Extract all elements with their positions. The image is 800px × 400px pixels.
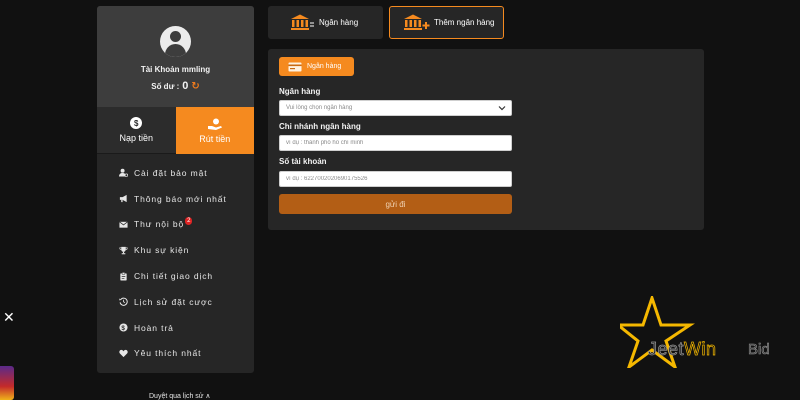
tab-add-bank-label: Thêm ngân hàng <box>434 18 495 27</box>
logo-part2: Win <box>684 339 717 360</box>
profile-card: Tài Khoản mmling Số dư : 0 ↻ <box>97 6 254 107</box>
balance-value: 0 <box>182 80 189 92</box>
account-field-wrapper <box>279 171 512 187</box>
bank-chip-label: Ngân hàng <box>307 63 342 70</box>
logo-part1: Jeet <box>648 339 685 360</box>
account-number-label: Số tài khoản <box>279 157 327 166</box>
menu-item-label: Thông báo mới nhất <box>134 193 227 204</box>
bank-select[interactable]: Vui lòng chọn ngân hàng <box>279 100 512 116</box>
menu-item-bet-history[interactable]: Lịch sử đặt cược <box>97 289 254 315</box>
account-sidebar: Tài Khoản mmling Số dư : 0 ↻ $ Nạp tiền … <box>97 6 254 373</box>
bank-card-icon <box>288 62 302 71</box>
heart-icon <box>119 349 128 358</box>
menu-item-label: Lịch sử đặt cược <box>134 296 213 307</box>
balance-label: Số dư : <box>151 81 180 91</box>
withdraw-button[interactable]: Rút tiền <box>175 107 254 154</box>
account-name: Tài Khoản mmling <box>140 65 211 74</box>
refresh-icon[interactable]: ↻ <box>191 81 199 92</box>
bank-select-label: Ngân hàng <box>279 87 321 96</box>
logo-wordmark: JeetWin <box>648 339 717 360</box>
history-icon <box>119 298 128 307</box>
menu-item-label: Hoàn trả <box>134 322 174 333</box>
account-menu: Cài đặt bảo mật Thông báo mới nhất Thư n… <box>97 154 254 366</box>
branch-label: Chi nhánh ngân hàng <box>279 122 361 131</box>
tab-add-bank[interactable]: Thêm ngân hàng <box>389 6 504 39</box>
hand-money-icon <box>207 118 222 130</box>
deposit-label: Nạp tiền <box>119 133 154 143</box>
menu-item-label: Khu sự kiện <box>134 245 190 256</box>
menu-item-events[interactable]: Khu sự kiện <box>97 237 254 263</box>
trophy-icon <box>119 246 128 255</box>
menu-item-security[interactable]: Cài đặt bảo mật <box>97 160 254 186</box>
megaphone-icon <box>119 195 127 203</box>
logo-suffix: Bid <box>748 341 770 359</box>
add-bank-icon <box>404 14 430 30</box>
app-shortcut-icon[interactable] <box>0 366 14 400</box>
avatar <box>160 26 191 57</box>
menu-item-transactions[interactable]: Chi tiết giao dịch <box>97 263 254 289</box>
deposit-button[interactable]: $ Nạp tiền <box>97 107 176 154</box>
menu-item-label: Yêu thích nhất <box>134 348 202 359</box>
menu-item-announcements[interactable]: Thông báo mới nhất <box>97 186 254 212</box>
user-cog-icon <box>119 169 128 178</box>
mail-icon <box>119 221 128 228</box>
account-number-input[interactable] <box>286 172 511 186</box>
bank-select-value: Vui lòng chọn ngân hàng <box>286 105 353 111</box>
dollar-coin-icon: $ <box>130 117 143 129</box>
menu-item-favorites[interactable]: Yêu thích nhất <box>97 341 254 367</box>
menu-item-label: Cài đặt bảo mật <box>134 167 208 178</box>
menu-item-label: Thư nội bộ <box>134 219 185 230</box>
menu-item-label: Chi tiết giao dịch <box>134 271 214 282</box>
withdraw-label: Rút tiền <box>199 133 231 144</box>
branch-input[interactable] <box>286 136 511 150</box>
bank-chip[interactable]: Ngân hàng <box>279 57 354 76</box>
chevron-down-icon <box>498 106 506 111</box>
bank-form-panel: Ngân hàng Ngân hàng Vui lòng chọn ngân h… <box>268 49 704 230</box>
menu-item-inbox[interactable]: Thư nội bộ 2 <box>97 212 254 238</box>
balance-row: Số dư : 0 ↻ <box>151 80 200 92</box>
tab-bank-label: Ngân hàng <box>319 18 359 27</box>
submit-button[interactable]: gửi đi <box>279 194 512 214</box>
close-icon[interactable]: ✕ <box>3 309 15 326</box>
clipboard-icon <box>120 271 127 281</box>
branch-field-wrapper <box>279 135 512 151</box>
menu-item-rebate[interactable]: $ Hoàn trả <box>97 315 254 341</box>
unread-badge: 2 <box>185 217 193 226</box>
browse-history-link[interactable]: Duyệt qua lịch sử ∧ <box>149 392 211 400</box>
action-row: $ Nạp tiền Rút tiền <box>97 107 254 154</box>
svg-text:$: $ <box>121 325 125 332</box>
bank-icon <box>291 14 314 30</box>
tab-bank[interactable]: Ngân hàng <box>268 6 383 39</box>
dollar-circle-icon: $ <box>119 323 128 332</box>
